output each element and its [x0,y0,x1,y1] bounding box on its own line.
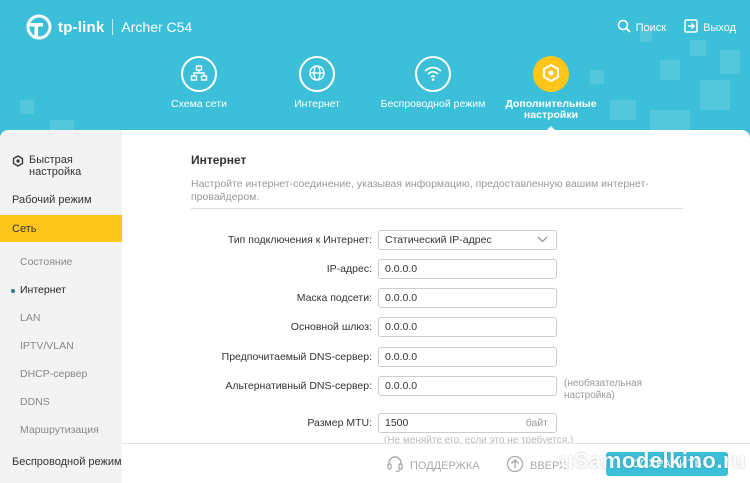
form-row-dns1: Предпочитаемый DNS-сервер: 0.0.0.0 [122,347,750,368]
sidebar-item-wireless[interactable]: Беспроводной режим [0,456,122,468]
back-to-top-button[interactable]: ВВЕРХ [506,455,566,476]
search-label: Поиск [635,21,667,34]
sidebar-item-label: Сеть [12,222,37,235]
sidebar-item-quick-setup[interactable]: Быстрая настройка [0,154,122,178]
header-bar: tp-link Archer C54 Поиск Выход Схема сет… [0,0,750,150]
arrow-up-icon [506,455,524,476]
secondary-dns-field[interactable]: 0.0.0.0 [378,376,557,396]
connection-type-value: Статический IP-адрес [385,234,492,246]
nav-label: Дополнительные настройки [505,98,597,121]
form-row-ip: IP-адрес: 0.0.0.0 [122,259,750,280]
gateway-label: Основной шлюз: [290,321,372,333]
tp-link-logo-icon [26,14,52,40]
sidebar: Быстрая настройка Рабочий режим Сеть Сос… [0,130,122,483]
sidebar-subitem-status[interactable]: Состояние [0,256,122,268]
nav-label: Интернет [294,98,340,110]
logout-label: Выход [703,21,736,34]
mtu-field[interactable]: 1500 байт [378,413,557,433]
sidebar-subitem-routing[interactable]: Маршрутизация [0,424,122,436]
secondary-dns-label: Альтернативный DNS-сервер: [225,380,372,392]
support-button[interactable]: ПОДДЕРЖКА [386,455,480,476]
mtu-label: Размер MTU: [307,417,372,429]
mtu-value: 1500 [385,417,409,429]
sidebar-subitem-lan[interactable]: LAN [0,312,122,324]
ip-label: IP-адрес: [326,263,372,275]
top-actions: Поиск Выход [617,19,736,36]
subnet-mask-field[interactable]: 0.0.0.0 [378,288,557,308]
form-row-mask: Маска подсети: 0.0.0.0 [122,288,750,309]
sidebar-subitem-iptv-vlan[interactable]: IPTV/VLAN [0,340,122,352]
section-description: Настройте интернет-соединение, указывая … [191,178,649,203]
subnet-mask-label: Маска подсети: [296,292,372,304]
sidebar-subitem-ddns[interactable]: DDNS [0,396,122,408]
optional-note: (необязательная настройка) [564,378,643,401]
logo-separator [112,19,114,35]
advanced-gear-icon [541,63,561,86]
section-title: Интернет [191,153,247,167]
network-map-icon [190,64,208,85]
site-watermark: uSamodelkino.ru [560,448,746,473]
quick-setup-icon [12,155,24,170]
connection-type-select[interactable]: Статический IP-адрес [378,230,557,250]
nav-advanced[interactable]: Дополнительные настройки [486,56,616,132]
form-row-mtu: Размер MTU: 1500 байт [122,413,750,434]
sidebar-subitem-internet[interactable]: Интернет [0,284,122,296]
connection-type-label: Тип подключения к Интернет: [227,234,372,246]
brand-name: tp-link [58,18,105,36]
sidebar-item-network[interactable]: Сеть [0,215,122,242]
globe-icon [308,64,326,85]
primary-dns-field[interactable]: 0.0.0.0 [378,347,557,367]
main-nav: Схема сети Интернет Беспроводной режим Д… [0,56,750,136]
nav-label: Схема сети [171,98,227,110]
support-label: ПОДДЕРЖКА [410,459,480,472]
wifi-icon [423,64,443,85]
form-row-dns2: Альтернативный DNS-сервер: 0.0.0.0 (необ… [122,376,750,401]
sidebar-item-label: Быстрая настройка [29,154,82,178]
mtu-hint: (Не меняйте его, если это не требуется.) [384,435,574,443]
primary-dns-label: Предпочитаемый DNS-сервер: [221,351,372,363]
logout-button[interactable]: Выход [684,19,736,36]
sidebar-item-work-mode[interactable]: Рабочий режим [0,194,122,206]
nav-network-map[interactable]: Схема сети [134,56,264,110]
ip-address-field[interactable]: 0.0.0.0 [378,259,557,279]
nav-wireless[interactable]: Беспроводной режим [368,56,498,110]
form-row-connection-type: Тип подключения к Интернет: Статический … [122,230,750,251]
model-name: Archer C54 [121,19,193,35]
nav-internet[interactable]: Интернет [252,56,382,110]
headset-icon [386,455,404,476]
gateway-field[interactable]: 0.0.0.0 [378,317,557,337]
nav-label: Беспроводной режим [380,98,486,110]
chevron-down-icon [537,231,548,249]
sidebar-subitem-dhcp-server[interactable]: DHCP-сервер [0,368,122,380]
search-button[interactable]: Поиск [617,19,666,36]
search-icon [617,19,631,36]
mtu-unit: байт [525,417,548,429]
form-row-gateway: Основной шлюз: 0.0.0.0 [122,317,750,338]
main-panel: Интернет Настройте интернет-соединение, … [122,130,750,483]
logout-icon [684,19,698,36]
section-divider [191,208,683,209]
tp-link-logo[interactable]: tp-link Archer C54 [26,14,192,40]
